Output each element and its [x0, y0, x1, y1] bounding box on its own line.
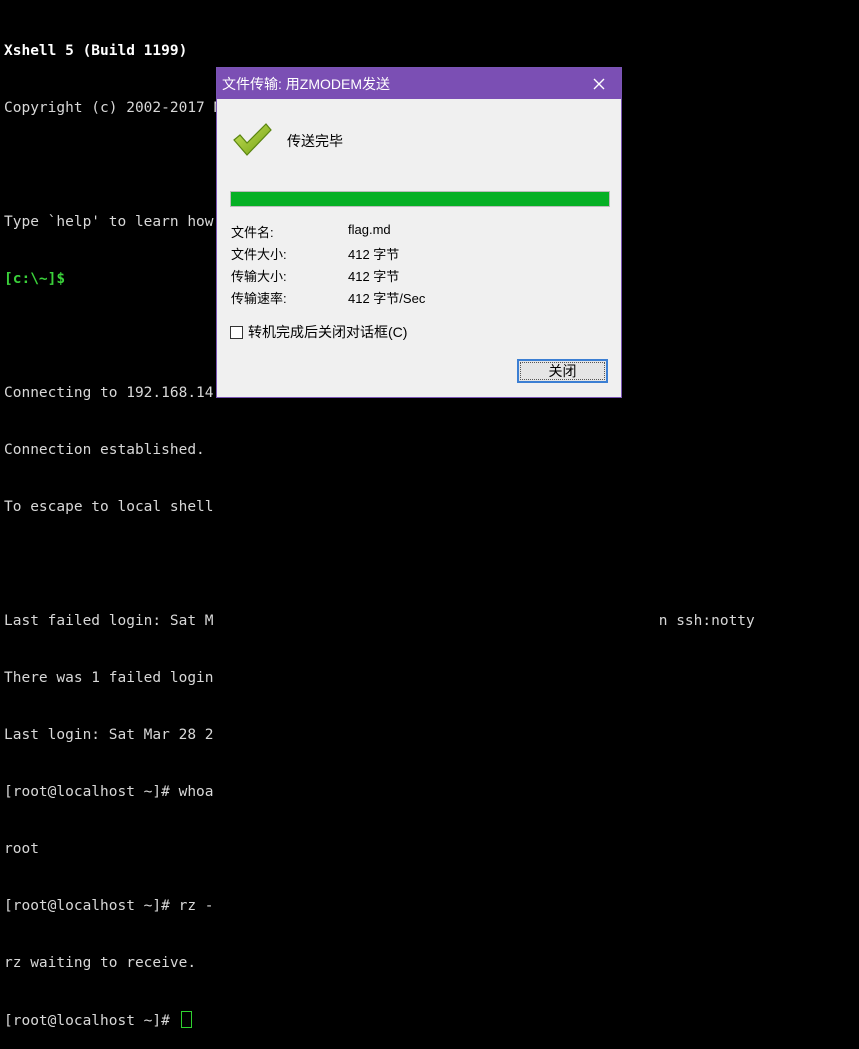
- terminal-line: root: [4, 841, 39, 857]
- progress-bar-fill: [231, 192, 609, 206]
- file-size-value: 412 字节: [348, 247, 400, 262]
- close-button[interactable]: 关闭: [517, 359, 608, 383]
- checkbox-box[interactable]: [230, 325, 243, 339]
- file-name-value: flag.md: [348, 222, 391, 237]
- dialog-title: 文件传输: 用ZMODEM发送: [222, 75, 390, 92]
- zmodem-transfer-dialog: 文件传输: 用ZMODEM发送 传送完毕 文件名: flag.md 文件大小: …: [216, 67, 622, 398]
- checkmark-icon: [231, 122, 273, 158]
- terminal-line: Last failed login: Sat M n ssh:notty: [4, 613, 755, 629]
- transfer-rate-value: 412 字节/Sec: [348, 291, 426, 306]
- terminal-line: Last login: Sat Mar 28 2: [4, 727, 214, 743]
- terminal-line: rz waiting to receive.: [4, 955, 197, 971]
- focus-ring: [520, 362, 605, 380]
- terminal-line: There was 1 failed login: [4, 670, 214, 686]
- transfer-rate-label: 传输速率:: [231, 291, 287, 306]
- terminal-line: Xshell 5 (Build 1199): [4, 43, 188, 59]
- transfer-status: 传送完毕: [287, 133, 343, 149]
- dialog-titlebar[interactable]: 文件传输: 用ZMODEM发送: [217, 68, 621, 99]
- terminal-prompt-line: [root@localhost ~]#: [4, 1011, 859, 1030]
- auto-close-label[interactable]: 转机完成后关闭对话框(C): [248, 322, 407, 342]
- terminal-line: [root@localhost ~]# rz -: [4, 898, 214, 914]
- terminal-line: To escape to local shell: [4, 499, 214, 515]
- progress-bar: [230, 191, 610, 207]
- terminal-line: Connection established.: [4, 442, 205, 458]
- file-size-label: 文件大小:: [231, 247, 287, 262]
- auto-close-checkbox[interactable]: 转机完成后关闭对话框(C): [230, 322, 407, 342]
- transferred-size-label: 传输大小:: [231, 269, 287, 284]
- terminal-line: [root@localhost ~]# whoa: [4, 784, 214, 800]
- terminal-cursor: [180, 1011, 192, 1028]
- transferred-size-value: 412 字节: [348, 269, 400, 284]
- terminal-prompt: [root@localhost ~]#: [4, 1013, 179, 1029]
- file-name-label: 文件名:: [231, 225, 274, 240]
- close-icon[interactable]: [577, 68, 621, 99]
